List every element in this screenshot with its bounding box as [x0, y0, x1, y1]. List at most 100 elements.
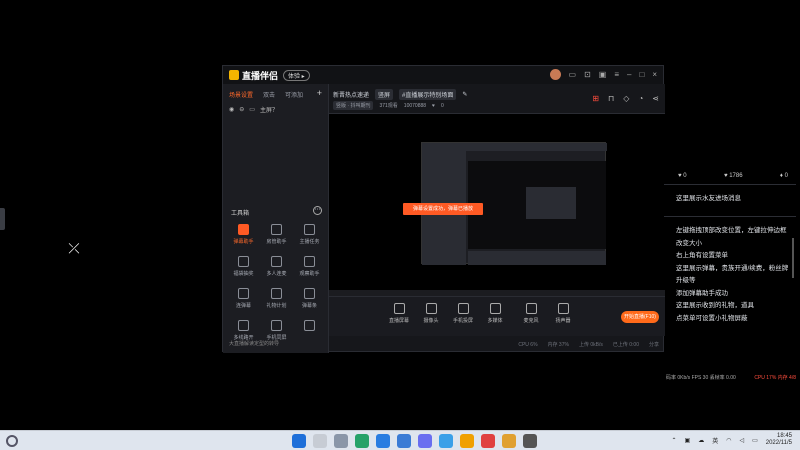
volume-icon[interactable]: ◁ — [739, 437, 744, 444]
tool-label: 连弹幕 — [235, 303, 251, 309]
mic-label: 麦克风 — [523, 318, 539, 324]
app-icon-red[interactable] — [481, 434, 495, 448]
edge-handle[interactable] — [0, 208, 5, 230]
room-id: 10070888 — [403, 102, 427, 109]
start-live-button[interactable]: 开始直播(F10) — [621, 311, 659, 323]
tab-double[interactable]: 双击 — [263, 90, 275, 99]
cloud-icon[interactable]: ☁ — [698, 437, 704, 444]
tool-label: 弹幕条 — [301, 303, 317, 309]
tab-scene[interactable]: 场景设置 — [229, 90, 253, 99]
preview-canvas[interactable]: 弹幕设置成功，弹幕已播放 — [329, 114, 665, 296]
browser-icon[interactable] — [376, 434, 390, 448]
status-item: CPU 6% — [518, 341, 538, 348]
task-view-icon[interactable] — [334, 434, 348, 448]
tab-add[interactable]: 可添加 — [285, 90, 303, 99]
tool-7[interactable]: 礼物计划 — [260, 288, 293, 314]
gift-icon[interactable]: ▣ — [599, 70, 607, 79]
stream-info-bar: 新晋热点速递 竖屏 #直播展示特别场面 ✎ 竖版 · 抖叫期刊 371观看 10… — [329, 84, 665, 114]
mic-button[interactable]: 麦克风 — [517, 303, 545, 324]
chat-message: 添加弹幕助手成功 — [676, 289, 728, 297]
tool-icon — [238, 288, 249, 299]
shield-icon[interactable]: ◇ — [623, 94, 629, 103]
stream-title[interactable]: 新晋热点速递 — [333, 90, 369, 99]
store-icon[interactable] — [397, 434, 411, 448]
app-logo-icon — [229, 70, 239, 80]
start-icon[interactable] — [292, 434, 306, 448]
tool-5[interactable]: 观察助手 — [293, 256, 326, 282]
tool-icon — [238, 320, 249, 331]
play-icon — [489, 303, 501, 314]
screen-icon — [393, 303, 405, 314]
phone-icon — [457, 303, 469, 314]
chat-scrollbar[interactable] — [792, 238, 794, 278]
avatar[interactable] — [549, 69, 561, 80]
app-icon-yellow[interactable] — [502, 434, 516, 448]
eye-icon[interactable]: ◉ — [229, 106, 234, 113]
orientation-chip[interactable]: 竖屏 — [375, 89, 394, 100]
battery-icon[interactable]: ▭ — [752, 437, 758, 444]
bell-icon[interactable]: ◔ — [638, 94, 643, 103]
menu-icon[interactable]: ≡ — [614, 70, 619, 79]
clock[interactable]: 18:45 2022/11/5 — [766, 433, 792, 447]
tool-6[interactable]: 连弹幕 — [227, 288, 260, 314]
tool-icon — [271, 288, 282, 299]
close-icon[interactable]: × — [652, 70, 657, 79]
tool-icon — [271, 320, 282, 331]
share-icon[interactable]: ⋖ — [652, 94, 659, 103]
phone-cast-button[interactable]: 手机投屏 — [449, 303, 477, 324]
tool-4[interactable]: 多人连麦 — [260, 256, 293, 282]
tray-icon[interactable]: ▣ — [685, 437, 691, 444]
ime-indicator[interactable]: 英 — [712, 436, 718, 445]
phone-cast-label: 手机投屏 — [452, 318, 473, 324]
status-item: 已上传 0:00 — [612, 342, 639, 348]
entry-message: 这里展示水友进场消息 — [676, 195, 741, 202]
exit-fullscreen-icon[interactable]: ⤫ — [66, 240, 82, 256]
more-icon[interactable]: ⋯ — [313, 206, 322, 215]
shop-icon[interactable]: ⊞ — [592, 94, 599, 103]
tool-0[interactable]: 弹幕助手 — [227, 224, 260, 250]
scene-label[interactable]: 主屏？ — [260, 105, 278, 114]
tool-2[interactable]: 主播任务 — [293, 224, 326, 250]
screen-icon[interactable]: ⊡ — [584, 70, 591, 79]
edit-icon[interactable]: ✎ — [462, 91, 467, 98]
weather-icon[interactable] — [6, 435, 18, 447]
search-icon[interactable] — [313, 434, 327, 448]
screen-capture-button[interactable]: 直播屏幕 — [385, 303, 413, 324]
viewer-count: 371观看 — [379, 103, 398, 109]
chat-message-list: 左键拖拽顶部改变位置，左键拉伸边框改变大小 右上角有设置菜单 这里展示弹幕，贵族开通… — [676, 225, 791, 325]
tool-3[interactable]: 福袋抽奖 — [227, 256, 260, 282]
maximize-icon[interactable]: □ — [639, 70, 644, 79]
category-chip[interactable]: 竖版 · 抖叫期刊 — [333, 101, 374, 110]
speaker-button[interactable]: 扬声器 — [549, 303, 577, 324]
media-button[interactable]: 多媒体 — [481, 303, 509, 324]
stat-likes-count: 1786 — [729, 173, 743, 179]
tool-1[interactable]: 房管助手 — [260, 224, 293, 250]
chat-panel[interactable]: ♥ 0 ♥ 1786 ♦ 0 这里展示水友进场消息 左键拖拽顶部改变位置，左键拉… — [664, 168, 796, 383]
camera-button[interactable]: 摄像头 — [417, 303, 445, 324]
lock-icon[interactable]: ⊓ — [608, 94, 614, 103]
tool-icon — [304, 256, 315, 267]
wifi-icon[interactable]: ◠ — [726, 437, 731, 444]
app-icon[interactable] — [418, 434, 432, 448]
tool-icon — [238, 224, 249, 235]
live-companion-icon[interactable] — [460, 434, 474, 448]
version-badge[interactable]: 体验 ▸ — [283, 69, 310, 81]
left-panel: 场景设置 双击 可添加 + ◉ ⊖ ▭ 主屏？ 工具箱 ⋯ 弹幕助手 房管助手 主播… — [223, 84, 329, 353]
tool-11[interactable] — [293, 320, 326, 346]
title-bar: 直播伴侣 体验 ▸ ▭ ⊡ ▣ ≡ – □ × — [223, 66, 663, 84]
cloud-icon[interactable] — [439, 434, 453, 448]
edge-icon[interactable] — [355, 434, 369, 448]
system-tray: ⌃ ▣ ☁ 英 ◠ ◁ ▭ 18:45 2022/11/5 — [671, 433, 792, 447]
chevron-up-icon[interactable]: ⌃ — [671, 437, 676, 444]
like-icon: ♥ — [432, 102, 436, 109]
minimize-icon[interactable]: – — [627, 70, 631, 79]
tool-label: 礼物计划 — [266, 303, 287, 309]
add-scene-icon[interactable]: + — [317, 89, 322, 99]
tool-8[interactable]: 弹幕条 — [293, 288, 326, 314]
app-icon-dark[interactable] — [523, 434, 537, 448]
message-icon[interactable]: ▭ — [569, 70, 577, 79]
tool-label: 主播任务 — [299, 239, 320, 245]
topic-chip[interactable]: #直播展示特别场面 — [399, 89, 457, 100]
toolbox-grid: 弹幕助手 房管助手 主播任务 福袋抽奖 多人连麦 观察助手 连弹幕 礼物计划 弹幕条 多线路开 手机… — [227, 224, 327, 346]
lock-icon[interactable]: ⊖ — [239, 106, 244, 113]
